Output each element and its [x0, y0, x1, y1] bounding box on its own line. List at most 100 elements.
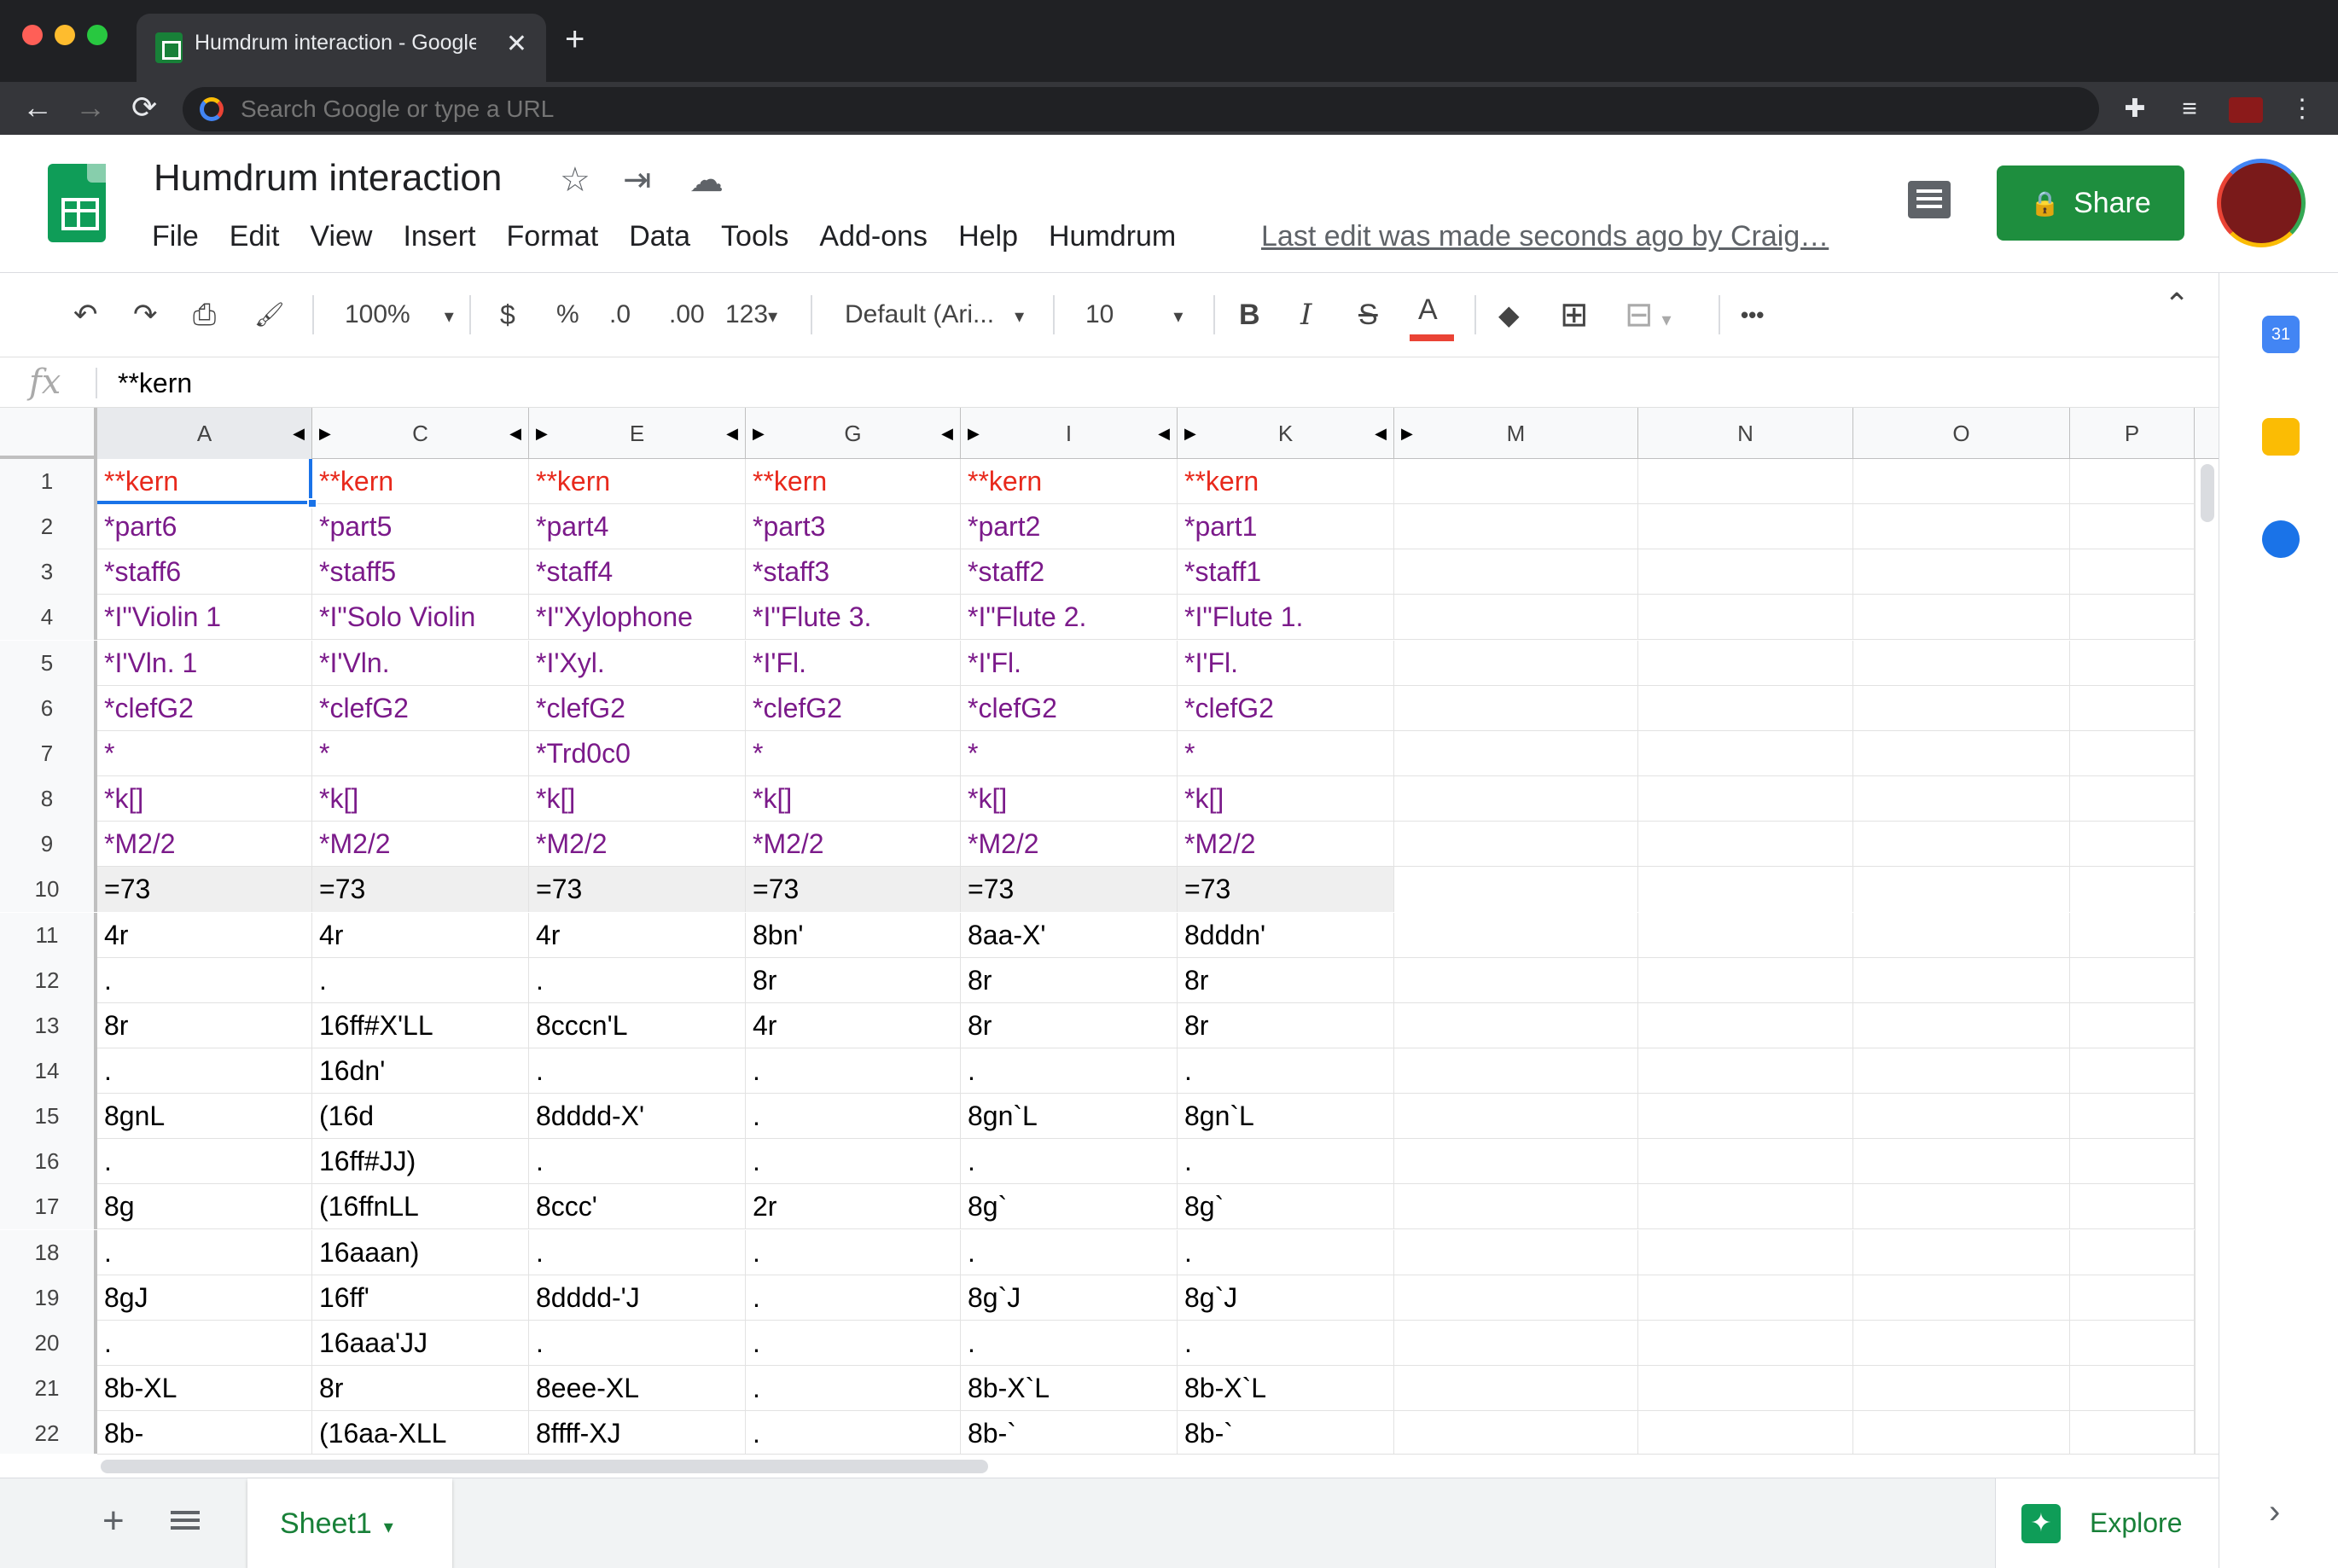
- back-button[interactable]: ←: [22, 89, 53, 126]
- cell[interactable]: [1394, 1366, 1638, 1411]
- cell[interactable]: .: [746, 1366, 961, 1411]
- row-header[interactable]: 4: [0, 595, 97, 641]
- cell[interactable]: *M2/2: [961, 822, 1178, 868]
- cell[interactable]: [1853, 1320, 2070, 1366]
- cell[interactable]: 16aaa'JJ: [312, 1320, 529, 1366]
- row-header[interactable]: 6: [0, 685, 97, 731]
- row-header[interactable]: 10: [0, 867, 97, 913]
- cell[interactable]: [1394, 595, 1638, 641]
- hidden-column-arrow-icon[interactable]: ◀: [1375, 408, 1387, 459]
- document-title[interactable]: Humdrum interaction: [154, 157, 502, 200]
- cell[interactable]: [2070, 1229, 2195, 1275]
- undo-icon[interactable]: ↶: [73, 293, 98, 336]
- cell[interactable]: 8ccc': [529, 1184, 746, 1230]
- cell[interactable]: .: [1178, 1229, 1394, 1275]
- cell[interactable]: *part4: [529, 504, 746, 550]
- italic-button[interactable]: I: [1300, 293, 1311, 336]
- cell[interactable]: **kern: [529, 459, 746, 504]
- font-size-select[interactable]: 10 ▾: [1085, 293, 1183, 338]
- cell[interactable]: [1394, 912, 1638, 958]
- cell[interactable]: .: [97, 1139, 312, 1185]
- cell[interactable]: [1638, 867, 1853, 913]
- cell[interactable]: [2070, 459, 2195, 504]
- comments-icon[interactable]: [1908, 181, 1951, 218]
- cell[interactable]: [1394, 549, 1638, 595]
- cell[interactable]: [1638, 1139, 1853, 1185]
- more-formats-select[interactable]: 123▾: [725, 293, 777, 338]
- row-header[interactable]: 11: [0, 912, 97, 958]
- cell[interactable]: *k[]: [961, 776, 1178, 822]
- cell[interactable]: [1638, 822, 1853, 868]
- cell[interactable]: *: [746, 730, 961, 776]
- cell[interactable]: *: [961, 730, 1178, 776]
- cell[interactable]: 8aa-X': [961, 912, 1178, 958]
- row-header[interactable]: 5: [0, 640, 97, 686]
- cell[interactable]: 16dn': [312, 1048, 529, 1094]
- cell[interactable]: 4r: [312, 912, 529, 958]
- cell[interactable]: [1638, 912, 1853, 958]
- menu-format[interactable]: Format: [507, 220, 599, 253]
- menu-addons[interactable]: Add-ons: [819, 220, 928, 253]
- hidden-column-arrow-icon[interactable]: ▶: [536, 408, 548, 459]
- cell[interactable]: 8g`: [1178, 1184, 1394, 1230]
- cell[interactable]: [1638, 640, 1853, 686]
- cell[interactable]: =73: [529, 867, 746, 913]
- cell[interactable]: *I"Flute 1.: [1178, 595, 1394, 641]
- cell[interactable]: .: [529, 1139, 746, 1185]
- hidden-column-arrow-icon[interactable]: ◀: [509, 408, 521, 459]
- cell[interactable]: 8dddd-'J: [529, 1275, 746, 1321]
- cell[interactable]: [2070, 1411, 2195, 1454]
- cell[interactable]: *k[]: [312, 776, 529, 822]
- cell[interactable]: [2070, 685, 2195, 731]
- cloud-status-icon[interactable]: ☁: [689, 160, 724, 200]
- cell[interactable]: 8eee-XL: [529, 1366, 746, 1411]
- cell[interactable]: **kern: [312, 459, 529, 504]
- menu-edit[interactable]: Edit: [230, 220, 280, 253]
- cell[interactable]: *clefG2: [961, 685, 1178, 731]
- cell[interactable]: [2070, 730, 2195, 776]
- sheets-logo-icon[interactable]: [48, 164, 106, 242]
- more-options-icon[interactable]: •••: [1741, 293, 1764, 336]
- menu-help[interactable]: Help: [958, 220, 1018, 253]
- last-edit-link[interactable]: Last edit was made seconds ago by Craig…: [1261, 220, 1829, 253]
- formula-input[interactable]: **kern: [118, 368, 192, 399]
- cell[interactable]: *M2/2: [97, 822, 312, 868]
- horizontal-scrollbar[interactable]: [97, 1454, 2219, 1478]
- cell[interactable]: [2070, 549, 2195, 595]
- cell[interactable]: [1394, 1139, 1638, 1185]
- cell[interactable]: .: [961, 1229, 1178, 1275]
- cell[interactable]: 8cccn'L: [529, 1002, 746, 1048]
- all-sheets-icon[interactable]: [171, 1511, 200, 1514]
- cell[interactable]: [1394, 957, 1638, 1003]
- cell[interactable]: .: [97, 1048, 312, 1094]
- cell[interactable]: [2070, 1094, 2195, 1140]
- row-header[interactable]: 8: [0, 776, 97, 822]
- minimize-window-button[interactable]: [55, 25, 75, 45]
- hidden-column-arrow-icon[interactable]: ◀: [1158, 408, 1170, 459]
- extensions-icon[interactable]: ✚: [2120, 94, 2150, 125]
- percent-format-button[interactable]: %: [556, 293, 579, 336]
- cell[interactable]: *: [1178, 730, 1394, 776]
- cell[interactable]: *part3: [746, 504, 961, 550]
- cell[interactable]: [1853, 776, 2070, 822]
- cell[interactable]: 2r: [746, 1184, 961, 1230]
- reload-button[interactable]: ⟳: [131, 89, 157, 126]
- cell[interactable]: .: [746, 1229, 961, 1275]
- cell[interactable]: (16d: [312, 1094, 529, 1140]
- move-folder-icon[interactable]: ⇥: [623, 160, 652, 200]
- horizontal-scroll-thumb[interactable]: [101, 1460, 988, 1473]
- row-header[interactable]: 7: [0, 730, 97, 776]
- calendar-icon[interactable]: 31: [2262, 316, 2300, 353]
- cell[interactable]: [1394, 776, 1638, 822]
- cell[interactable]: .: [961, 1139, 1178, 1185]
- cell[interactable]: [1394, 1002, 1638, 1048]
- cell[interactable]: .: [97, 1229, 312, 1275]
- cell[interactable]: *clefG2: [529, 685, 746, 731]
- cell[interactable]: .: [746, 1320, 961, 1366]
- cell[interactable]: 8b-X`L: [961, 1366, 1178, 1411]
- cell[interactable]: *I'Vln. 1: [97, 640, 312, 686]
- cell[interactable]: [1853, 595, 2070, 641]
- cell[interactable]: 8r: [1178, 957, 1394, 1003]
- cell[interactable]: *clefG2: [312, 685, 529, 731]
- cell[interactable]: *I'Fl.: [746, 640, 961, 686]
